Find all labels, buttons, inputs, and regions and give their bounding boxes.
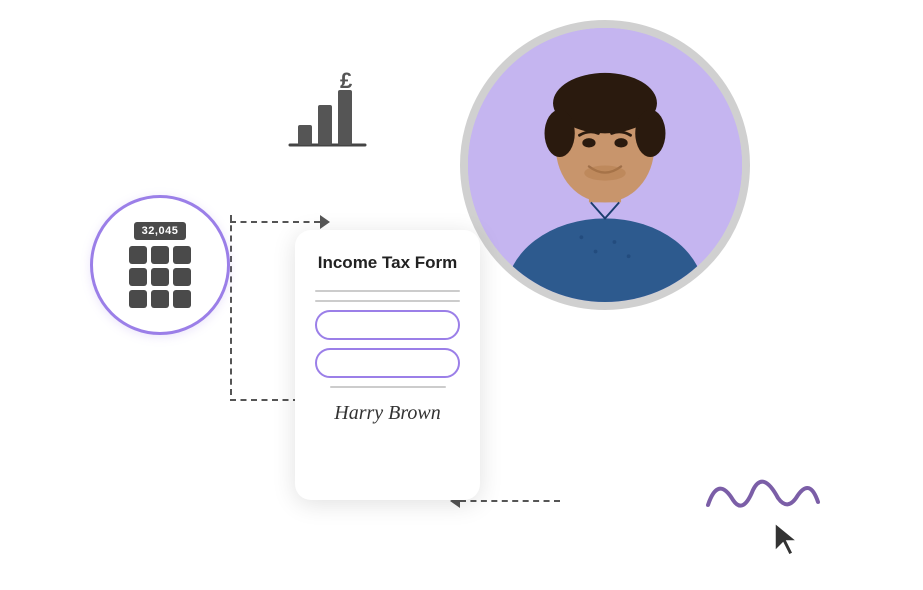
calc-btn-1: [129, 246, 147, 264]
main-scene: £ 32,045 Income Tax Form: [0, 0, 923, 590]
dashed-vertical-line: [230, 215, 232, 395]
calc-btn-6: [173, 268, 191, 286]
calc-btn-9: [173, 290, 191, 308]
tax-form-title: Income Tax Form: [318, 252, 458, 274]
cursor-icon: [775, 523, 803, 560]
calc-btn-4: [129, 268, 147, 286]
dashed-arrow-top: [230, 215, 330, 229]
profile-person: [468, 28, 742, 302]
form-line-1: [315, 290, 460, 292]
calc-btn-5: [151, 268, 169, 286]
person-svg: [468, 28, 742, 302]
calc-btn-2: [151, 246, 169, 264]
calculator-buttons: [129, 246, 191, 308]
form-line-2: [315, 300, 460, 302]
calc-btn-8: [151, 290, 169, 308]
form-input-2[interactable]: [315, 348, 460, 378]
form-input-1[interactable]: [315, 310, 460, 340]
signature: Harry Brown: [334, 402, 440, 425]
profile-circle: [460, 20, 750, 310]
form-line-short: [330, 386, 446, 388]
bar-chart-icon: £: [280, 60, 380, 160]
tax-form-card: Income Tax Form Harry Brown: [295, 230, 480, 500]
calculator-circle: 32,045: [90, 195, 230, 335]
svg-text:£: £: [340, 68, 353, 93]
calculator-display: 32,045: [134, 222, 187, 240]
calc-btn-3: [173, 246, 191, 264]
calc-btn-7: [129, 290, 147, 308]
scribble-icon: [698, 460, 828, 535]
